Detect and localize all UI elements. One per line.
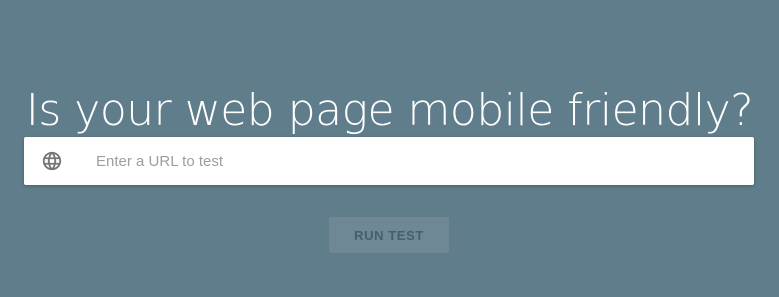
url-search-box [24,137,754,185]
globe-icon [42,151,62,171]
run-test-button[interactable]: RUN TEST [329,217,449,253]
page-headline: Is your web page mobile friendly? [25,85,754,137]
url-input[interactable] [96,137,736,185]
